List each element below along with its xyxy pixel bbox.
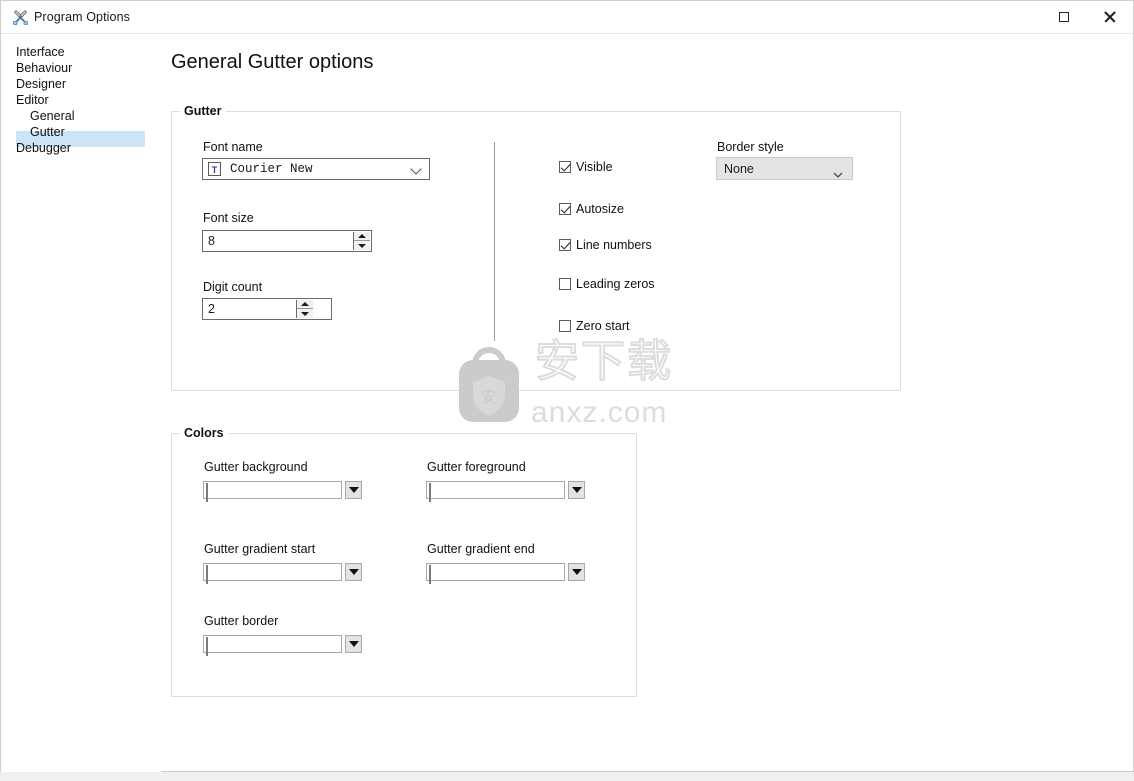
- gutter-gradient-start-swatch-fill: [206, 565, 208, 584]
- checkbox-leading-zeros-label: Leading zeros: [576, 277, 655, 291]
- font-size-decrement[interactable]: [354, 241, 370, 250]
- border-style-combobox[interactable]: None: [716, 157, 853, 180]
- page-title: General Gutter options: [171, 51, 374, 73]
- gutter-gradient-end-label: Gutter gradient end: [427, 542, 535, 556]
- triangle-down-icon: [571, 569, 582, 575]
- tools-icon: [12, 9, 29, 26]
- gutter-foreground-swatch[interactable]: [426, 481, 565, 502]
- checkbox-leading-zeros-box[interactable]: [559, 278, 571, 290]
- gutter-background-swatch-fill: [206, 483, 208, 502]
- chevron-down-icon: [412, 164, 421, 173]
- digit-count-label: Digit count: [203, 280, 263, 294]
- checkbox-line-numbers[interactable]: Line numbers: [559, 237, 652, 253]
- font-size-spinner[interactable]: 8: [202, 230, 372, 252]
- border-style-value: None: [724, 161, 754, 176]
- gutter-border-dropdown-button[interactable]: [345, 635, 362, 653]
- watermark-domain: anxz.com: [531, 396, 668, 429]
- gutter-foreground-color-picker[interactable]: [426, 481, 585, 502]
- column-divider: [494, 142, 495, 341]
- digit-count-increment[interactable]: [297, 300, 313, 309]
- font-size-label: Font size: [203, 211, 254, 225]
- checkbox-zero-start[interactable]: Zero start: [559, 318, 630, 334]
- triangle-down-icon: [348, 487, 359, 493]
- font-name-value: Courier New: [230, 162, 313, 176]
- font-size-increment[interactable]: [354, 232, 370, 241]
- gutter-foreground-dropdown-button[interactable]: [568, 481, 585, 499]
- sidebar-item-general[interactable]: General: [30, 108, 74, 124]
- sidebar-item-interface[interactable]: Interface: [16, 44, 65, 60]
- gutter-background-color-picker[interactable]: [203, 481, 362, 502]
- gutter-gradient-start-label: Gutter gradient start: [204, 542, 316, 556]
- font-size-value: 8: [208, 234, 215, 248]
- gutter-gradient-end-swatch[interactable]: [426, 563, 565, 584]
- triangle-up-icon: [301, 302, 309, 306]
- digit-count-spinner[interactable]: 2: [202, 298, 332, 320]
- gutter-gradient-end-dropdown-button[interactable]: [568, 563, 585, 581]
- triangle-down-icon: [358, 243, 366, 248]
- triangle-down-icon: [571, 487, 582, 493]
- font-name-combobox[interactable]: T Courier New: [202, 158, 430, 180]
- checkbox-visible-label: Visible: [576, 160, 613, 174]
- close-icon: [1103, 11, 1115, 23]
- gutter-gradient-start-swatch[interactable]: [203, 563, 342, 584]
- gutter-foreground-label: Gutter foreground: [427, 460, 526, 474]
- border-style-label: Border style: [717, 140, 784, 154]
- sidebar-item-behaviour[interactable]: Behaviour: [16, 60, 72, 76]
- checkbox-autosize[interactable]: Autosize: [559, 201, 624, 217]
- font-file-icon: T: [208, 162, 221, 176]
- checkbox-visible[interactable]: Visible: [559, 159, 613, 175]
- sidebar-item-gutter[interactable]: Gutter: [30, 124, 65, 140]
- gutter-gradient-start-dropdown-button[interactable]: [345, 563, 362, 581]
- gutter-group-legend: Gutter: [180, 104, 226, 118]
- font-size-spin-buttons[interactable]: [353, 232, 370, 250]
- sidebar-item-editor[interactable]: Editor: [16, 92, 49, 108]
- triangle-down-icon: [348, 641, 359, 647]
- navigation-sidebar: Interface Behaviour Designer Editor Gene…: [1, 35, 161, 772]
- digit-count-decrement[interactable]: [297, 309, 313, 318]
- digit-count-value: 2: [208, 302, 215, 316]
- triangle-down-icon: [301, 311, 309, 316]
- gutter-gradient-end-color-picker[interactable]: [426, 563, 585, 584]
- sidebar-item-debugger[interactable]: Debugger: [16, 140, 71, 156]
- close-button[interactable]: [1086, 1, 1131, 33]
- sidebar-item-designer[interactable]: Designer: [16, 76, 66, 92]
- gutter-background-label: Gutter background: [204, 460, 308, 474]
- gutter-border-label: Gutter border: [204, 614, 279, 628]
- checkbox-visible-box[interactable]: [559, 161, 571, 173]
- screen: Program Options Interface Behaviour Desi…: [0, 0, 1134, 781]
- gutter-border-color-picker[interactable]: [203, 635, 362, 656]
- font-name-label: Font name: [203, 140, 263, 154]
- maximize-button[interactable]: [1041, 1, 1086, 33]
- gutter-background-dropdown-button[interactable]: [345, 481, 362, 499]
- checkbox-line-numbers-label: Line numbers: [576, 238, 652, 252]
- maximize-icon: [1058, 12, 1069, 22]
- checkbox-leading-zeros[interactable]: Leading zeros: [559, 276, 655, 292]
- checkbox-zero-start-box[interactable]: [559, 320, 571, 332]
- triangle-down-icon: [348, 569, 359, 575]
- window-title: Program Options: [34, 10, 130, 24]
- gutter-gradient-end-swatch-fill: [429, 565, 431, 584]
- gutter-gradient-start-color-picker[interactable]: [203, 563, 362, 584]
- title-bar: Program Options: [1, 1, 1133, 34]
- checkbox-line-numbers-box[interactable]: [559, 239, 571, 251]
- gutter-background-swatch[interactable]: [203, 481, 342, 502]
- gutter-border-swatch-fill: [206, 637, 208, 656]
- digit-count-spin-buttons[interactable]: [296, 300, 313, 318]
- checkbox-autosize-box[interactable]: [559, 203, 571, 215]
- program-options-window: Program Options Interface Behaviour Desi…: [0, 0, 1134, 772]
- checkbox-zero-start-label: Zero start: [576, 319, 630, 333]
- gutter-border-swatch[interactable]: [203, 635, 342, 656]
- gutter-foreground-swatch-fill: [429, 483, 431, 502]
- chevron-down-icon: [833, 166, 843, 178]
- colors-group-legend: Colors: [180, 426, 228, 440]
- checkbox-autosize-label: Autosize: [576, 202, 624, 216]
- triangle-up-icon: [358, 234, 366, 238]
